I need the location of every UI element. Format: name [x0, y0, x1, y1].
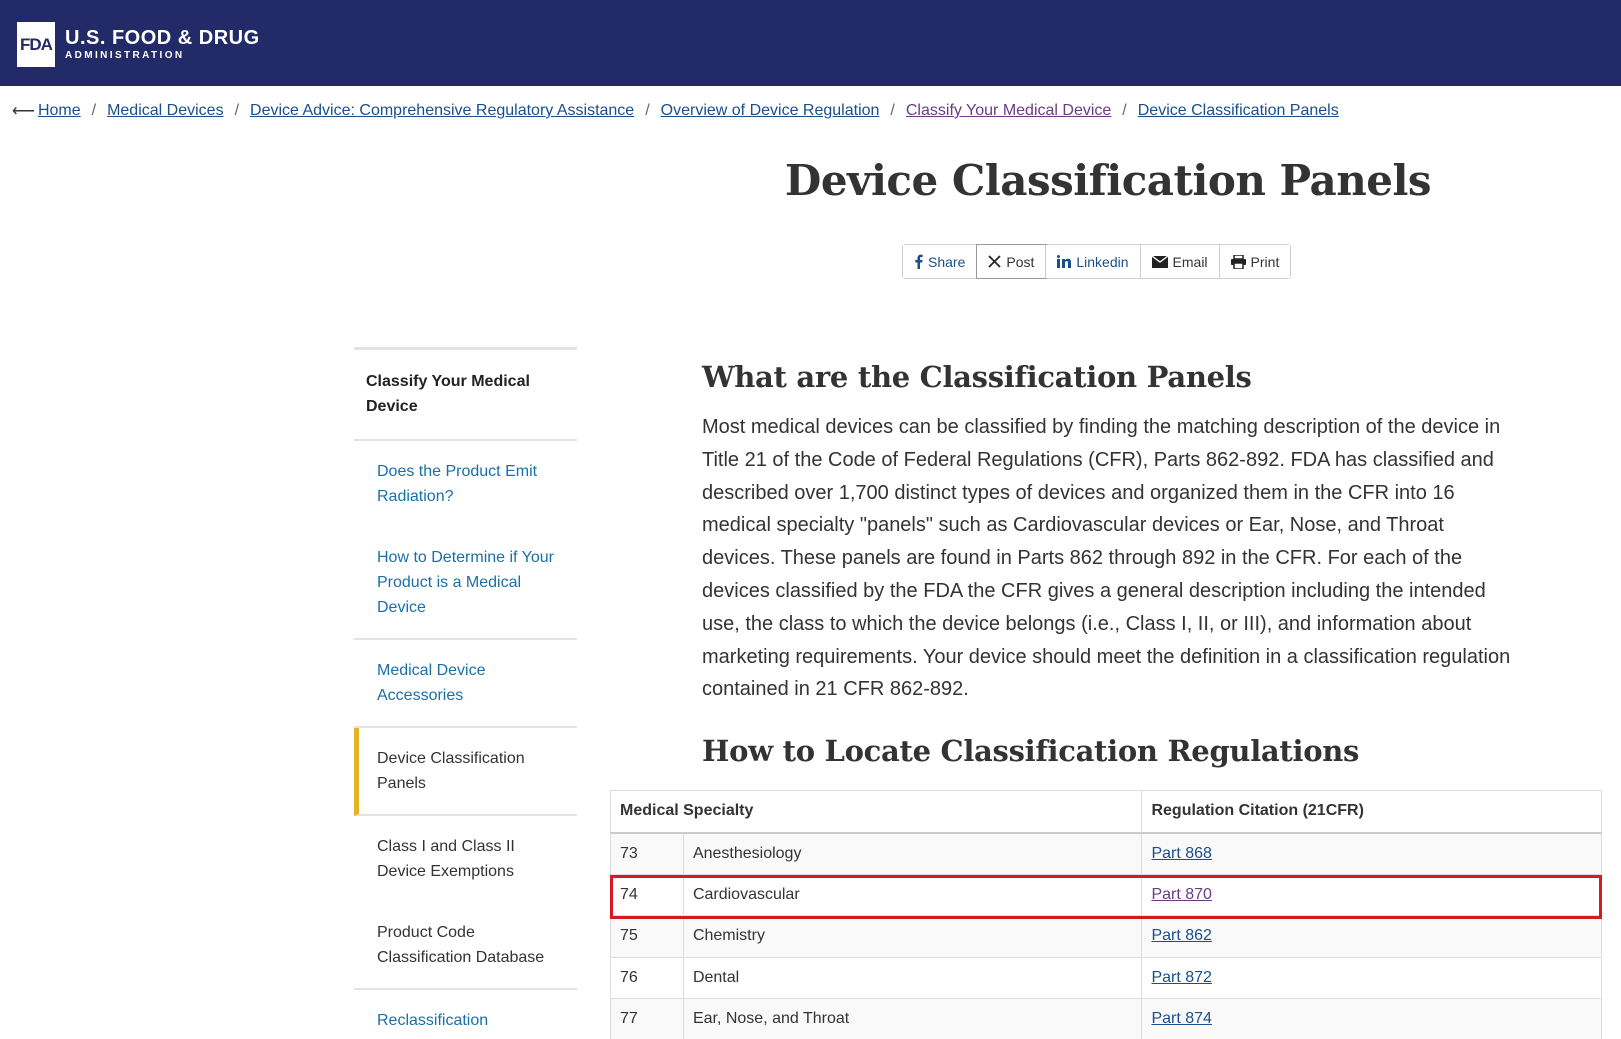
share-x-button[interactable]: Post	[976, 244, 1048, 279]
panel-specialty: Ear, Nose, and Throat	[682, 998, 1143, 1039]
panel-specialty: Chemistry	[682, 915, 1143, 958]
column-header-citation: Regulation Citation (21CFR)	[1141, 790, 1602, 834]
facebook-icon	[914, 254, 923, 269]
sidenav-heading[interactable]: Classify Your Medical Device	[354, 350, 577, 441]
panel-specialty: Anesthesiology	[682, 832, 1143, 875]
citation-link[interactable]: Part 874	[1151, 1010, 1211, 1027]
sidenav-item-exemptions[interactable]: Class I and Class II Device Exemptions	[354, 816, 577, 902]
logo-title: U.S. FOOD & DRUG	[65, 26, 260, 49]
section-title-panels: What are the Classification Panels	[702, 360, 1252, 394]
breadcrumb-home[interactable]: Home	[38, 102, 81, 120]
table-row: 73 Anesthesiology Part 868	[610, 832, 1602, 875]
fda-logo[interactable]: FDA U.S. FOOD & DRUG ADMINISTRATION	[17, 22, 260, 67]
table-row: 77 Ear, Nose, and Throat Part 874	[610, 998, 1602, 1039]
linkedin-icon	[1057, 255, 1072, 268]
panel-citation-cell: Part 862	[1141, 915, 1602, 958]
breadcrumb-medical-devices[interactable]: Medical Devices	[107, 102, 223, 120]
fda-logo-mark: FDA	[17, 22, 55, 67]
sidenav-item-determine-device[interactable]: How to Determine if Your Product is a Me…	[354, 527, 577, 640]
sidenav-item-accessories[interactable]: Medical Device Accessories	[354, 640, 577, 728]
citation-link[interactable]: Part 872	[1151, 969, 1211, 986]
panel-code: 75	[610, 915, 684, 958]
breadcrumb: ⟵ Home / Medical Devices / Device Advice…	[12, 101, 1339, 121]
breadcrumb-device-advice[interactable]: Device Advice: Comprehensive Regulatory …	[250, 102, 634, 120]
x-logo-icon	[988, 255, 1001, 268]
table-row: 76 Dental Part 872	[610, 956, 1602, 999]
logo-subtitle: ADMINISTRATION	[65, 49, 185, 61]
panel-citation-cell: Part 870	[1141, 873, 1602, 916]
sidenav-item-classification-panels[interactable]: Device Classification Panels	[354, 728, 577, 816]
panel-code: 74	[610, 873, 684, 916]
breadcrumb-overview[interactable]: Overview of Device Regulation	[661, 102, 880, 120]
site-header: FDA U.S. FOOD & DRUG ADMINISTRATION	[0, 0, 1621, 86]
breadcrumb-current[interactable]: Device Classification Panels	[1138, 102, 1339, 120]
panel-specialty: Cardiovascular	[682, 873, 1143, 916]
sidenav-item-radiation[interactable]: Does the Product Emit Radiation?	[354, 441, 577, 527]
breadcrumb-separator: /	[1122, 102, 1127, 119]
share-facebook-label: Share	[928, 253, 966, 270]
envelope-icon	[1151, 255, 1168, 268]
share-toolbar: Share Post Linkedin Email Print	[902, 244, 1292, 279]
citation-link[interactable]: Part 868	[1151, 845, 1211, 862]
citation-link[interactable]: Part 870	[1151, 886, 1211, 903]
panel-code: 77	[610, 998, 684, 1039]
breadcrumb-separator: /	[91, 102, 97, 119]
column-header-specialty: Medical Specialty	[609, 790, 1143, 834]
back-arrow-icon[interactable]: ⟵	[12, 101, 35, 121]
side-navigation: Classify Your Medical Device Does the Pr…	[354, 347, 577, 1039]
share-email-label: Email	[1172, 253, 1208, 270]
printer-icon	[1230, 254, 1246, 269]
share-linkedin-button[interactable]: Linkedin	[1046, 245, 1141, 278]
breadcrumb-separator: /	[890, 102, 895, 119]
breadcrumb-classify[interactable]: Classify Your Medical Device	[906, 102, 1111, 120]
sidenav-item-reclassification[interactable]: Reclassification	[354, 990, 577, 1039]
section-body-panels: Most medical devices can be classified b…	[702, 416, 1511, 701]
breadcrumb-separator: /	[234, 102, 240, 119]
share-facebook-button[interactable]: Share	[903, 245, 978, 278]
panel-citation-cell: Part 868	[1141, 832, 1602, 875]
panel-citation-cell: Part 874	[1141, 998, 1602, 1039]
section-title-locate: How to Locate Classification Regulations	[702, 734, 1360, 768]
citation-link[interactable]: Part 862	[1151, 927, 1211, 944]
breadcrumb-separator: /	[645, 102, 650, 119]
sidenav-item-product-code-database[interactable]: Product Code Classification Database	[354, 902, 577, 990]
share-email-button[interactable]: Email	[1140, 245, 1220, 278]
panel-specialty: Dental	[682, 956, 1143, 999]
print-button[interactable]: Print	[1219, 245, 1291, 278]
table-row: 75 Chemistry Part 862	[610, 915, 1602, 958]
panel-citation-cell: Part 872	[1141, 956, 1602, 999]
fda-logo-text: U.S. FOOD & DRUG ADMINISTRATION	[65, 27, 260, 63]
print-label: Print	[1250, 253, 1280, 270]
table-header-row: Medical Specialty Regulation Citation (2…	[609, 790, 1602, 834]
panel-code: 76	[610, 956, 684, 999]
table-row-highlighted: 74 Cardiovascular Part 870	[610, 873, 1602, 916]
panel-code: 73	[610, 832, 684, 875]
page-title: Device Classification Panels	[784, 156, 1432, 205]
main-content: What are the Classification Panels Most …	[702, 360, 1522, 706]
classification-table: Medical Specialty Regulation Citation (2…	[609, 790, 1602, 1039]
share-linkedin-label: Linkedin	[1076, 253, 1129, 270]
share-x-label: Post	[1006, 253, 1035, 270]
